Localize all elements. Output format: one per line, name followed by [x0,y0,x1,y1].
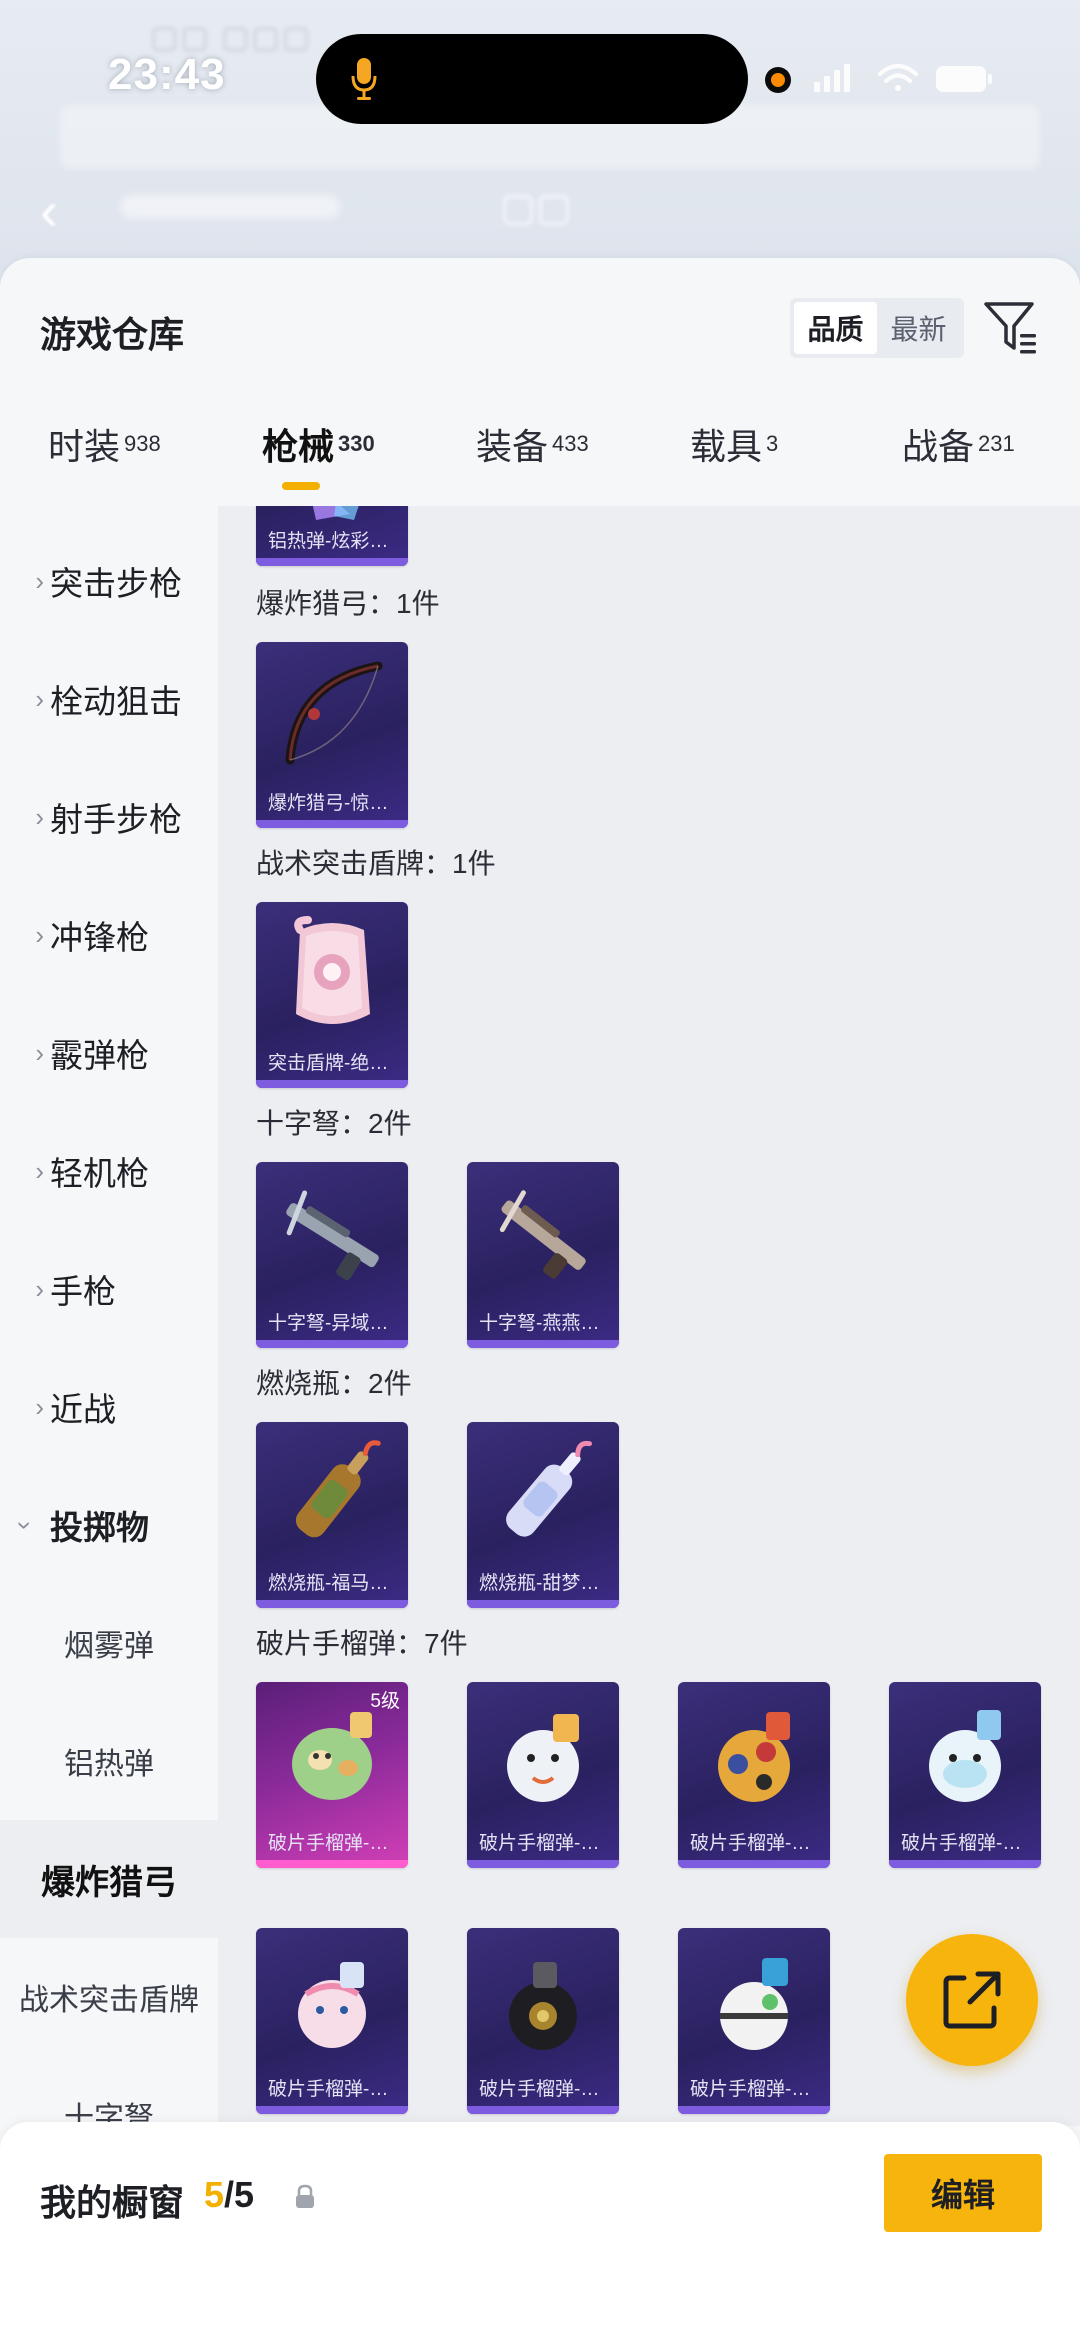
frag-grenade-art [509,1962,577,2050]
crossbow-art [286,1190,379,1281]
item-card[interactable]: 破片手榴弹-… [889,1682,1041,1868]
nav-item-bolt-sniper[interactable]: › 栓动狙击 [0,640,218,758]
chevron-right-icon: › [35,1273,44,1304]
item-card[interactable]: 5级 破片手榴弹-… [256,1682,408,1868]
tab-firearms[interactable]: 枪械 330 [262,418,375,470]
chevron-right-icon: › [35,1037,44,1068]
edit-button[interactable]: 编辑 [884,2154,1042,2232]
frag-grenade-art [507,1714,579,1802]
group-title-molotov: 燃烧瓶：2件 [256,1368,412,1399]
nav-item-assault-rifle[interactable]: › 突击步枪 [0,522,218,640]
item-grid: 铝热弹-炫彩… 爆炸猎弓：1件 爆炸猎弓-惊… 战术突击盾牌：1件 突击盾牌-绝… [218,506,1080,2126]
status-time: 23:43 [108,50,226,99]
battery-icon [936,66,992,92]
item-card[interactable]: 破片手榴弹-… [467,1928,619,2114]
chevron-right-icon: › [35,565,44,596]
nav-item-lmg[interactable]: › 轻机枪 [0,1112,218,1230]
bow-art [285,661,383,765]
tab-gear[interactable]: 战备 231 [902,418,1015,470]
frag-grenade-art [298,1962,366,2048]
item-card[interactable]: 铝热弹-炫彩… [256,506,408,566]
nav-item-smg[interactable]: › 冲锋枪 [0,876,218,994]
item-card[interactable]: 爆炸猎弓-惊… [256,642,408,828]
microphone-icon [351,58,377,100]
backdrop-ghost-heading: ▢▢ [500,187,572,229]
frag-grenade-art [720,1958,788,2050]
active-tab-indicator [282,482,320,490]
nav-item-pistol[interactable]: › 手枪 [0,1230,218,1348]
status-icons [814,64,992,92]
signal-icon [814,64,850,92]
wifi-icon [878,64,918,91]
item-card[interactable]: 破片手榴弹-… [256,1928,408,2114]
item-card[interactable]: 十字弩-异域… [256,1162,408,1348]
nav-item-shotgun[interactable]: › 霰弹枪 [0,994,218,1112]
sort-newest-button[interactable]: 最新 [877,302,960,354]
chevron-right-icon: › [35,801,44,832]
item-card[interactable]: 燃烧瓶-福马… [256,1422,408,1608]
item-card[interactable]: 破片手榴弹-… [678,1682,830,1868]
external-link-icon [943,1971,1001,2029]
dynamic-island [316,34,748,124]
shield-art [294,916,370,1024]
group-title-explosive-bow: 爆炸猎弓：1件 [256,588,440,619]
page-title: 游戏仓库 [40,314,185,355]
filter-icon[interactable] [982,298,1040,358]
backdrop-ghost-nav [120,195,340,219]
chevron-right-icon: › [35,1155,44,1186]
molotov-art [295,1440,381,1538]
chevron-right-icon: › [35,1391,44,1422]
nav-item-marksman-rifle[interactable]: › 射手步枪 [0,758,218,876]
tab-equipment[interactable]: 装备 433 [476,418,589,470]
nav-sub-explosive-bow[interactable]: 爆炸猎弓 [0,1820,218,1938]
recording-indicator-icon [765,67,791,93]
nav-sub-assault-shield[interactable]: 战术突击盾牌 [0,1938,218,2056]
tab-vehicles[interactable]: 载具 3 [690,418,778,470]
group-title-crossbow: 十字弩：2件 [256,1108,412,1139]
item-card[interactable]: 燃烧瓶-甜梦… [467,1422,619,1608]
group-title-frag-grenade: 破片手榴弹：7件 [256,1628,468,1659]
weapon-category-nav: › 突击步枪 › 栓动狙击 › 射手步枪 › 冲锋枪 › 霰弹枪 › 轻机枪 › 手枪 › 近战… [0,506,218,2135]
crossbow-art [499,1190,586,1279]
nav-item-throwables[interactable]: › 投掷物 [0,1466,218,1584]
item-card[interactable]: 突击盾牌-绝… [256,902,408,1088]
chevron-right-icon: › [35,683,44,714]
share-button[interactable] [906,1934,1038,2066]
frag-grenade-art [718,1712,790,1802]
frag-grenade-art [929,1710,1001,1802]
back-arrow-icon[interactable]: ‹ [40,180,58,242]
lock-icon [296,2184,314,2208]
showcase-label: 我的橱窗 [40,2182,185,2223]
category-tabs: 时装 938 枪械 330 装备 433 载具 3 战备 231 [0,408,1080,490]
nav-item-melee[interactable]: › 近战 [0,1348,218,1466]
nav-sub-thermite[interactable]: 铝热弹 [0,1702,218,1820]
tab-fashion[interactable]: 时装 938 [48,418,161,470]
thermite-skin-art [312,506,359,520]
level-badge: 5级 [370,1691,400,1712]
showcase-count: 5/5 [204,2174,255,2215]
item-card[interactable]: 十字弩-燕燕… [467,1162,619,1348]
chevron-down-icon: › [10,1520,41,1530]
nav-sub-smoke[interactable]: 烟雾弹 [0,1584,218,1702]
sort-quality-button[interactable]: 品质 [794,302,877,354]
chevron-right-icon: › [35,919,44,950]
item-card[interactable]: 破片手榴弹-… [678,1928,830,2114]
molotov-art [506,1440,593,1537]
backdrop: ▢▢ ▢▢▢ 23:43 ‹ ▢▢ [0,0,1080,300]
showcase-bar: 我的橱窗 5/5 编辑 [0,2122,1080,2346]
group-title-assault-shield: 战术突击盾牌：1件 [256,848,496,879]
item-card[interactable]: 破片手榴弹-… [467,1682,619,1868]
sort-toggle: 品质 最新 [790,298,964,358]
